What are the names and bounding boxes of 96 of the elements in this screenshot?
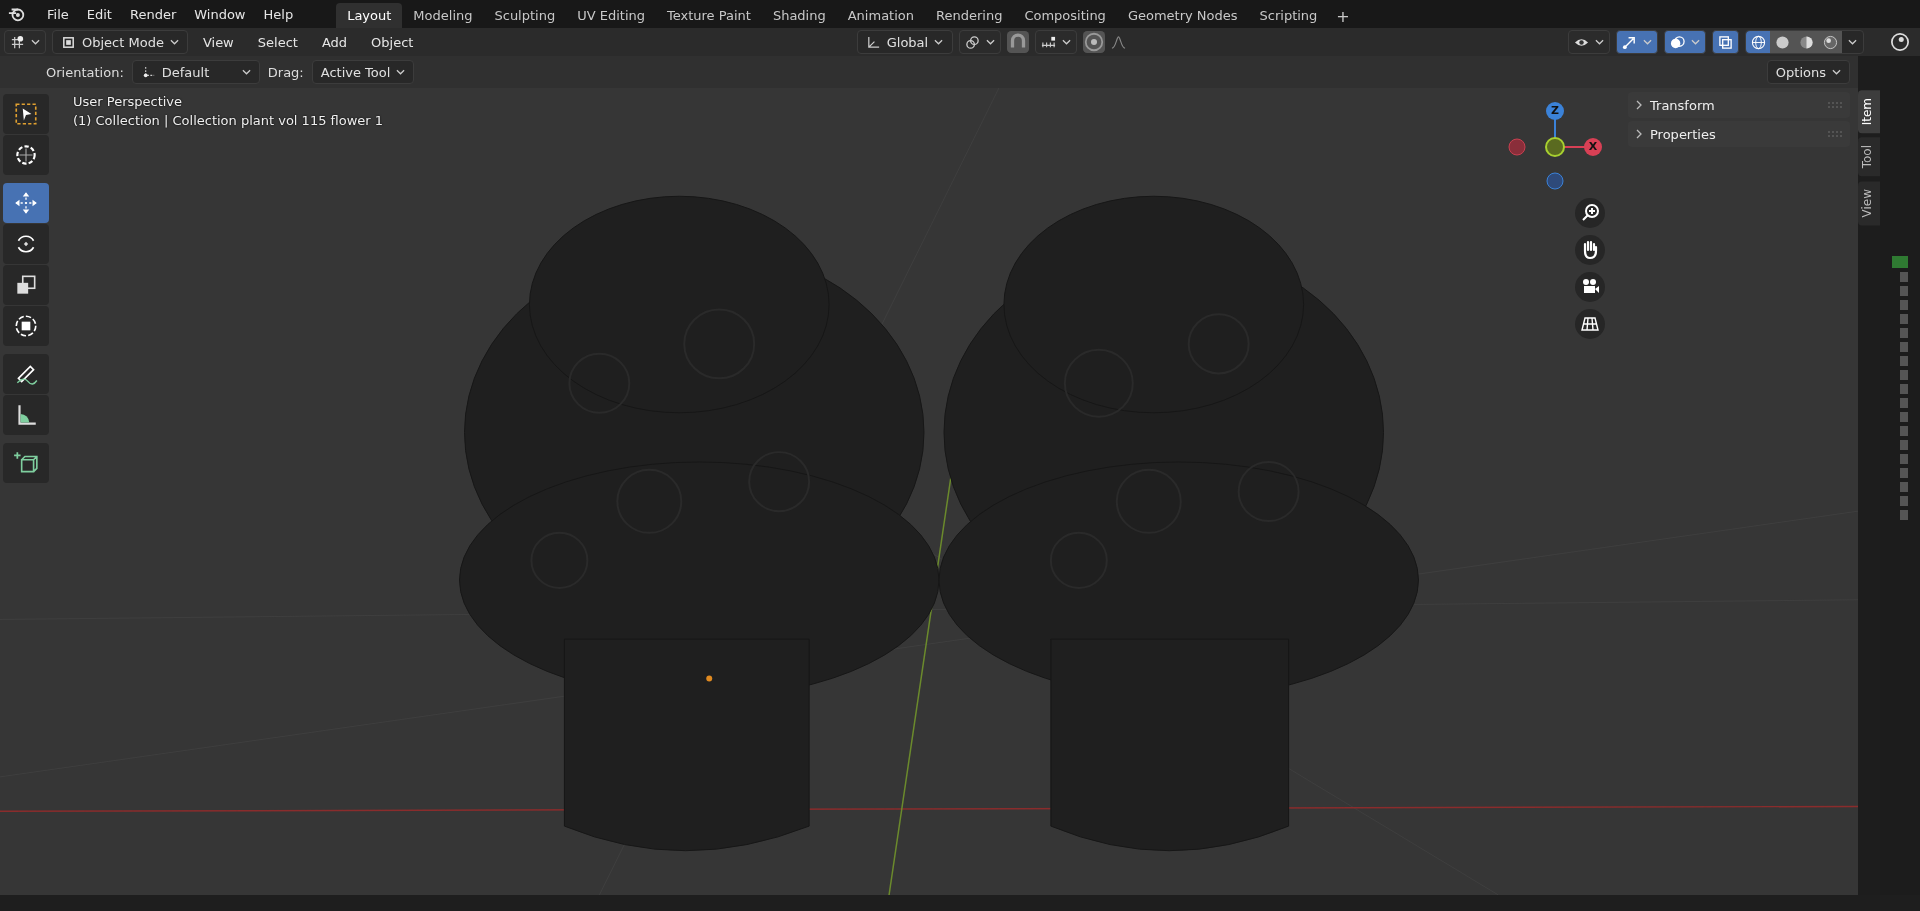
- drag-grip-icon: [1828, 102, 1842, 108]
- snap-magnet-icon[interactable]: [1006, 31, 1029, 53]
- ruler-icon: [1040, 34, 1056, 50]
- rendered-shading-button[interactable]: [1818, 31, 1842, 53]
- workspace-tab[interactable]: Animation: [836, 3, 925, 28]
- workspace-tab[interactable]: Modeling: [402, 3, 484, 28]
- camera-icon[interactable]: [1575, 272, 1605, 302]
- collection-text: (1) Collection | Collection plant vol 115 flower 1: [73, 113, 384, 128]
- visibility-toggle-button[interactable]: [1568, 30, 1610, 54]
- transform-tool-button[interactable]: [3, 306, 49, 346]
- menu-item[interactable]: File: [38, 6, 78, 22]
- proportional-edit-icon[interactable]: [1082, 31, 1105, 53]
- rotate-tool-button[interactable]: [3, 224, 49, 264]
- workspace-tab[interactable]: UV Editing: [566, 3, 656, 28]
- arrow-icon: [1622, 34, 1637, 50]
- workspace-tab[interactable]: Layout: [336, 3, 403, 28]
- grid-icon: [10, 34, 25, 50]
- orientation-label: Orientation:: [46, 64, 124, 80]
- header-menu-item[interactable]: Select: [248, 34, 307, 50]
- link-rings-icon: [964, 34, 980, 50]
- overlay-toggle-button[interactable]: [1664, 30, 1706, 54]
- object-square-icon: [61, 34, 76, 50]
- chevron-icon: [1636, 129, 1642, 139]
- squares-icon: [1718, 34, 1733, 50]
- view-name-text: User Perspective: [73, 94, 183, 109]
- shiny-sphere-icon: [1822, 34, 1838, 50]
- header-menu-item[interactable]: Object: [362, 34, 423, 50]
- workspace-tab[interactable]: Scripting: [1248, 3, 1329, 28]
- sidebar-panel-header[interactable]: Properties: [1628, 121, 1850, 147]
- mode-dropdown[interactable]: Object Mode: [52, 30, 188, 54]
- workspace-tab[interactable]: Texture Paint: [656, 3, 762, 28]
- caret-icon: [1595, 39, 1604, 45]
- gizmo-toggle-button[interactable]: [1616, 30, 1658, 54]
- hand-icon[interactable]: [1575, 235, 1605, 265]
- select-box-icon: [13, 101, 39, 127]
- sidebar-tab[interactable]: Tool: [1858, 137, 1880, 177]
- menu-item[interactable]: Help: [254, 6, 303, 22]
- axes-icon: [865, 34, 881, 50]
- transform-orientation-dropdown[interactable]: Global: [856, 30, 953, 54]
- orientation-dropdown[interactable]: Default: [131, 60, 260, 84]
- annotate-tool-button[interactable]: [3, 354, 49, 394]
- drag-label: Drag:: [267, 64, 304, 80]
- caret-icon: [1061, 39, 1071, 45]
- caret-icon: [985, 39, 995, 45]
- cursor-tool-button[interactable]: [3, 135, 49, 175]
- caret-icon: [31, 39, 40, 45]
- caret-icon: [396, 69, 406, 75]
- cursor-icon: [13, 142, 39, 168]
- menu-item[interactable]: Window: [185, 6, 255, 22]
- editor-type-button[interactable]: [4, 30, 46, 54]
- menu-item[interactable]: Edit: [77, 6, 121, 22]
- caret-icon: [1832, 69, 1841, 75]
- header-menu-item[interactable]: Add: [312, 34, 357, 50]
- drag-dropdown[interactable]: Active Tool: [311, 60, 415, 84]
- caret-icon: [1643, 39, 1652, 45]
- x-axis-label: X: [1587, 141, 1599, 153]
- caret-icon: [241, 69, 251, 75]
- header-menu-item[interactable]: View: [193, 34, 243, 50]
- workspace-tab[interactable]: Sculpting: [483, 3, 567, 28]
- drag-grip-icon: [1828, 131, 1842, 137]
- z-axis-label: Z: [1550, 105, 1560, 117]
- pivot-point-button[interactable]: [958, 30, 1001, 54]
- half-sphere-icon: [1798, 34, 1814, 50]
- circles-icon: [1670, 34, 1685, 50]
- caret-icon: [1691, 39, 1700, 45]
- add-cube-tool-button[interactable]: [3, 443, 49, 483]
- snap-increment-button[interactable]: [1034, 30, 1077, 54]
- transform-icon: [13, 313, 39, 339]
- move-arrows-icon: [13, 190, 39, 216]
- measure-tool-button[interactable]: [3, 395, 49, 435]
- solid-shading-button[interactable]: [1770, 31, 1794, 53]
- sidebar-panel-header[interactable]: Transform: [1628, 92, 1850, 118]
- chevron-icon: [1636, 100, 1642, 110]
- caret-icon: [169, 39, 179, 45]
- grid-icon[interactable]: [1575, 309, 1605, 339]
- workspace-tab[interactable]: Compositing: [1013, 3, 1117, 28]
- zoom-icon[interactable]: [1575, 198, 1605, 228]
- select-tool-button[interactable]: [3, 94, 49, 134]
- add-workspace-button[interactable]: +: [1328, 5, 1358, 28]
- properties-editor-icon[interactable]: [1890, 32, 1910, 52]
- menu-item[interactable]: Render: [120, 6, 186, 22]
- globe-icon: [1750, 34, 1766, 50]
- falloff-curve-icon[interactable]: [1110, 34, 1126, 50]
- workspace-tab[interactable]: Geometry Nodes: [1116, 3, 1249, 28]
- options-dropdown[interactable]: Options: [1766, 60, 1850, 84]
- sidebar-tab[interactable]: View: [1858, 180, 1880, 226]
- caret-icon: [934, 39, 944, 45]
- sphere-icon: [1774, 34, 1790, 50]
- scale-tool-button[interactable]: [3, 265, 49, 305]
- workspace-tab[interactable]: Shading: [761, 3, 837, 28]
- move-tool-button[interactable]: [3, 183, 49, 223]
- wireframe-shading-button[interactable]: [1746, 31, 1770, 53]
- workspace-tab[interactable]: Rendering: [925, 3, 1014, 28]
- xray-toggle-button[interactable]: [1712, 30, 1739, 54]
- caret-icon[interactable]: [1848, 39, 1857, 45]
- sidebar-tab[interactable]: Item: [1858, 90, 1880, 134]
